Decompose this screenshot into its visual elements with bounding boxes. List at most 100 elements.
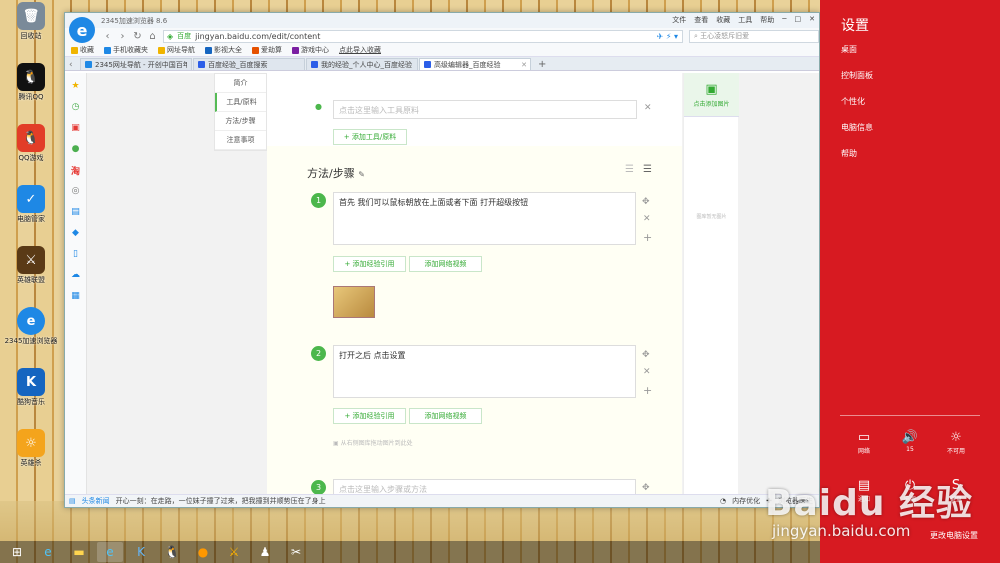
taskbar-kugou-icon[interactable]: K	[128, 542, 154, 562]
desktop-icon-browser[interactable]: e 2345加速浏览器	[2, 307, 60, 359]
weibo-icon[interactable]: ◆	[68, 225, 83, 241]
address-bar[interactable]: ◈ 百度 jingyan.baidu.com/edit/content ✈ ⚡ …	[163, 29, 683, 43]
home-icon[interactable]: ⌂	[148, 31, 157, 42]
network-setting[interactable]: ▭ 网络	[840, 430, 888, 455]
menu-view[interactable]: 查看	[694, 15, 708, 25]
tool-input[interactable]: 点击这里输入工具原料	[333, 100, 637, 119]
fav-item-import[interactable]: 点此导入收藏	[339, 45, 381, 55]
news-ticker[interactable]: 开心一刻：在走路，一位妹子撞了过来，把我撞到并顺势压在了身上	[116, 496, 326, 506]
add-quote-button[interactable]: + 添加经验引用	[333, 408, 406, 424]
tab-2345-nav[interactable]: 2345网址导航 - 开创中国百年品牌	[80, 58, 192, 70]
taskbar-qqgame-icon[interactable]: 🐧	[159, 542, 185, 562]
add-quote-button[interactable]: + 添加经验引用	[333, 256, 406, 272]
step-add-icon[interactable]: +	[643, 231, 652, 244]
back-icon[interactable]: ‹	[103, 31, 112, 42]
page-content: ★ ◷ ▣ ● 淘 ◎ ▤ ◆ ▯ ☁ ▦ 简介 工具/原料 方法/步骤 注意事…	[65, 73, 819, 494]
fav-item-nav[interactable]: 网址导航	[158, 45, 195, 55]
desktop-icon-recycle-bin[interactable]: 🗑 回收站	[2, 2, 60, 54]
desktop-icon-lol[interactable]: ⚔ 英雄联盟	[2, 246, 60, 298]
forward-icon[interactable]: ›	[118, 31, 127, 42]
memory-optimize[interactable]: 内存优化	[732, 496, 760, 506]
video-icon[interactable]: ▤	[68, 204, 83, 220]
drag-handle-icon[interactable]: ✥	[642, 483, 650, 493]
step-delete-icon[interactable]: ✕	[643, 367, 651, 377]
charms-item-help[interactable]: 帮助	[841, 148, 857, 159]
drag-handle-icon[interactable]: ✥	[642, 197, 650, 207]
menu-favorites[interactable]: 收藏	[716, 15, 730, 25]
fav-item-mobile[interactable]: 手机收藏夹	[104, 45, 148, 55]
add-image-button[interactable]: ▣ 点击添加图片	[684, 73, 739, 117]
apps-icon[interactable]: ▦	[68, 288, 83, 304]
fav-item-games[interactable]: 游戏中心	[292, 45, 329, 55]
start-button-icon[interactable]: ⊞	[4, 542, 30, 562]
section-nav-intro[interactable]: 简介	[215, 74, 266, 93]
video-icon	[205, 46, 212, 54]
tool-delete-icon[interactable]: ✕	[644, 103, 652, 113]
charms-item-pc-info[interactable]: 电脑信息	[841, 122, 873, 133]
desktop-icon-yingxiongsha[interactable]: ☼ 英雄杀	[2, 429, 60, 481]
taskbar-lol-icon[interactable]: ⚔	[221, 542, 247, 562]
note-icon[interactable]: ▯	[68, 246, 83, 262]
ie-icon[interactable]: e	[35, 542, 61, 562]
desktop-icon-pc-manager[interactable]: ✓ 电脑管家	[2, 185, 60, 237]
refresh-icon[interactable]: ↻	[133, 31, 142, 42]
tab-close-icon[interactable]: ✕	[521, 61, 527, 69]
drag-handle-icon[interactable]: ✥	[642, 350, 650, 360]
search-input[interactable]: ⌕ 王心凌怒斥旧爱	[689, 29, 819, 43]
step-delete-icon[interactable]: ✕	[643, 214, 651, 224]
numbered-list-icon[interactable]: ☰	[625, 164, 634, 175]
tab-baidu-search[interactable]: 百度经验_百度搜索	[193, 58, 305, 70]
add-video-button[interactable]: 添加网络视频	[409, 256, 482, 272]
brightness-setting[interactable]: ☼ 不可用	[932, 430, 980, 455]
file-explorer-icon[interactable]: ▬	[66, 542, 92, 562]
taobao-icon[interactable]: 淘	[68, 162, 83, 178]
charms-item-personalize[interactable]: 个性化	[841, 96, 865, 107]
speed-icon[interactable]: ✈ ⚡ ▾	[657, 32, 678, 41]
tab-scroll-left-icon[interactable]: ‹	[69, 60, 79, 70]
edit-pencil-icon[interactable]: ✎	[358, 170, 365, 179]
menu-file[interactable]: 文件	[672, 15, 686, 25]
add-video-button[interactable]: 添加网络视频	[409, 408, 482, 424]
maximize-icon[interactable]: □	[795, 15, 802, 25]
section-nav-steps[interactable]: 方法/步骤	[215, 112, 266, 131]
menu-tools[interactable]: 工具	[738, 15, 752, 25]
kugou-icon: K	[17, 368, 45, 396]
taskbar-browser-icon[interactable]: e	[97, 542, 123, 562]
cloud-icon[interactable]: ☁	[68, 267, 83, 283]
desktop-icon-kugou[interactable]: K 酷狗音乐	[2, 368, 60, 420]
browser-logo-icon[interactable]: e	[69, 17, 95, 43]
desktop-icon-qq-game[interactable]: 🐧 QQ游戏	[2, 124, 60, 176]
fav-item-video[interactable]: 影视大全	[205, 45, 242, 55]
step-1-image-thumbnail[interactable]	[333, 286, 375, 318]
step-3-input[interactable]: 点击这里输入步骤或方法	[333, 479, 636, 494]
desktop-icon-qq[interactable]: 🐧 腾讯QQ	[2, 63, 60, 115]
section-nav-notes[interactable]: 注意事项	[215, 131, 266, 150]
news-label[interactable]: 头条新闻	[82, 496, 110, 506]
step-add-icon[interactable]: +	[643, 384, 652, 397]
menu-help[interactable]: 帮助	[760, 15, 774, 25]
charms-item-control-panel[interactable]: 控制面板	[841, 70, 873, 81]
volume-setting[interactable]: 🔊 15	[886, 430, 934, 453]
star-icon[interactable]: ★	[68, 78, 83, 94]
history-icon[interactable]: ◷	[68, 99, 83, 115]
add-tool-button[interactable]: + 添加工具/原料	[333, 129, 407, 145]
fav-item-favorites[interactable]: 收藏	[71, 45, 94, 55]
fav-item-calc[interactable]: 爱劫算	[252, 45, 282, 55]
charms-item-desktop[interactable]: 桌面	[841, 44, 857, 55]
step-2-input[interactable]: 打开之后 点击设置	[333, 345, 636, 398]
section-nav-tools[interactable]: 工具/原料	[215, 93, 266, 112]
chat-icon[interactable]: ●	[68, 141, 83, 157]
gamepad-icon[interactable]: ◎	[68, 183, 83, 199]
change-pc-settings-link[interactable]: 更改电脑设置	[930, 530, 978, 541]
taskbar-firefox-icon[interactable]: ●	[190, 542, 216, 562]
headline-icon[interactable]: ▣	[68, 120, 83, 136]
taskbar-capture-icon[interactable]: ✂	[283, 542, 309, 562]
bullet-list-icon[interactable]: ☰	[643, 164, 652, 175]
minimize-icon[interactable]: ─	[782, 15, 786, 25]
close-icon[interactable]: ✕	[809, 15, 815, 25]
tab-my-jingyan[interactable]: 我的经验_个人中心_百度经验	[306, 58, 418, 70]
taskbar-app-icon[interactable]: ♟	[252, 542, 278, 562]
step-1-input[interactable]: 首先 我们可以鼠标朝放在上面或者下面 打开超级按钮	[333, 192, 636, 245]
tab-editor[interactable]: 高级编辑器_百度经验 ✕	[419, 58, 531, 70]
new-tab-icon[interactable]: +	[532, 59, 552, 70]
